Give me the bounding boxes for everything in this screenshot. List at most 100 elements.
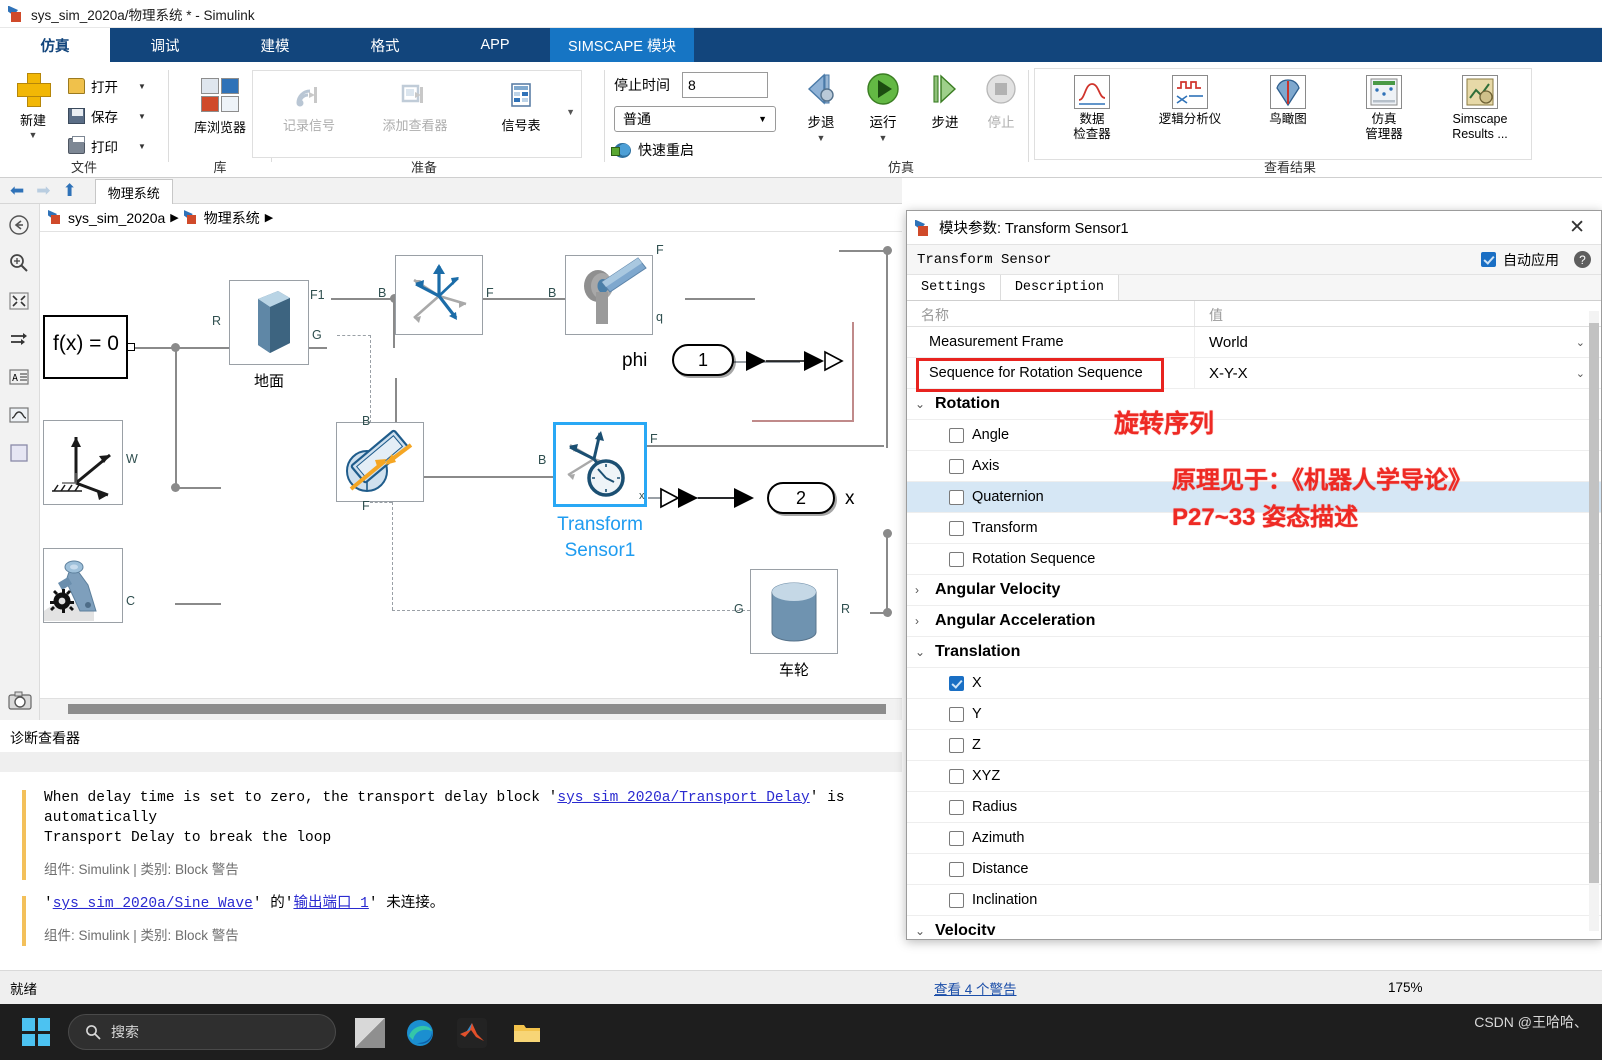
x-checkbox[interactable] [949,675,964,691]
signal-flow-icon[interactable] [8,328,32,350]
section-angular-velocity[interactable]: › Angular Velocity [907,575,1601,606]
checkbox-row-radius[interactable]: Radius [907,792,1601,823]
breadcrumb-item-subsystem[interactable]: 物理系统 [204,208,260,228]
prismatic-block[interactable] [336,422,424,502]
auto-apply-row[interactable]: 自动应用 ? [1481,250,1591,270]
open-button[interactable]: 打开 ▼ [68,76,146,96]
status-zoom-level[interactable]: 175% [1388,980,1423,995]
chevron-down-icon[interactable]: ▼ [854,133,912,143]
back-arrow-icon[interactable]: ⬅ [10,182,24,199]
start-icon[interactable] [22,1018,50,1046]
world-frame-block[interactable] [43,420,123,505]
chevron-down-icon[interactable]: ▼ [792,133,850,143]
tab-settings[interactable]: Settings [907,275,1001,300]
chevron-down-icon[interactable]: ▼ [138,112,146,121]
checkbox-row-azimuth[interactable]: Azimuth [907,823,1601,854]
checkbox-row-y[interactable]: Y [907,699,1601,730]
ribbon-tab-debug[interactable]: 调试 [110,28,220,62]
birds-eye-scope-button[interactable]: 鸟瞰图 [1239,75,1337,127]
checkbox-row-inclination[interactable]: Inclination [907,885,1601,916]
up-arrow-icon[interactable]: ⬆ [63,182,77,199]
wheel-block[interactable] [750,569,838,654]
add-viewer-button[interactable]: 添加查看器 [363,79,467,134]
scrollbar-thumb[interactable] [68,704,886,714]
task-view-icon[interactable] [355,1018,385,1048]
scope-image-icon[interactable] [8,404,32,426]
rotation-sequence-checkbox[interactable] [949,551,964,567]
annotation-text-icon[interactable]: A [8,366,32,388]
section-velocity[interactable]: ⌄ Velocity [907,916,1601,935]
y-checkbox[interactable] [949,706,964,722]
checkbox-row-distance[interactable]: Distance [907,854,1601,885]
section-angular-acceleration[interactable]: › Angular Acceleration [907,606,1601,637]
simulation-mode-select[interactable]: 普通 ▼ [614,106,776,132]
chevron-down-icon[interactable]: ▼ [4,130,62,140]
ribbon-tab-simulation[interactable]: 仿真 [0,28,110,62]
tab-description[interactable]: Description [1000,275,1119,300]
inclination-checkbox[interactable] [949,892,964,908]
parameter-list[interactable]: Measurement Frame World ⌄ Sequence for R… [907,327,1601,935]
parameter-row-rotation-sequence[interactable]: Sequence for Rotation Sequence X-Y-X ⌄ [907,358,1601,389]
azimuth-checkbox[interactable] [949,830,964,846]
step-back-button[interactable]: 步退 ▼ [792,70,850,143]
data-inspector-button[interactable]: 数据 检查器 [1043,75,1141,142]
quaternion-checkbox[interactable] [949,489,964,505]
transform-checkbox[interactable] [949,520,964,536]
search-input[interactable]: 搜索 [68,1014,336,1050]
ribbon-tab-modeling[interactable]: 建模 [220,28,330,62]
diag-2-link[interactable]: sys_sim_2020a/Sine Wave [53,896,253,912]
diagnostic-message[interactable]: When delay time is set to zero, the tran… [22,788,902,880]
new-button[interactable]: 新建 ▼ [4,72,62,140]
save-button[interactable]: 保存 ▼ [68,106,146,126]
radius-checkbox[interactable] [949,799,964,815]
file-explorer-icon[interactable] [512,1018,542,1048]
log-signals-button[interactable]: 记录信号 [257,79,361,134]
fast-restart-button[interactable]: 快速重启 [611,140,694,160]
parameter-value-select[interactable]: X-Y-X ⌄ [1195,365,1601,382]
print-button[interactable]: 打印 ▼ [68,136,146,156]
subsystem-box-icon[interactable] [8,442,32,464]
section-translation[interactable]: ⌄ Translation [907,637,1601,668]
diagnostic-message[interactable]: 'sys_sim_2020a/Sine Wave' 的'输出端口 1' 未连接。… [22,894,902,946]
signal-table-button[interactable]: 信号表 [469,79,573,134]
camera-icon[interactable] [7,690,32,712]
diag-1-link[interactable]: sys_sim_2020a/Transport Delay [557,790,809,806]
parameter-value-select[interactable]: World ⌄ [1195,334,1601,351]
logic-analyzer-button[interactable]: 逻辑分析仪 [1141,75,1239,127]
block-diagram[interactable]: f(x) = 0 R F1 G 地面 W C B F B F q 1 phi B… [40,232,902,692]
canvas-horizontal-scrollbar[interactable] [40,698,902,720]
status-warnings-link[interactable]: 查看 4 个警告 [934,978,1017,998]
simulation-manager-button[interactable]: 仿真 管理器 [1335,75,1433,142]
outport-phi[interactable]: 1 [672,344,734,376]
dialog-vertical-scrollbar[interactable] [1589,311,1599,931]
matlab-icon[interactable] [457,1018,487,1048]
chevron-down-icon[interactable]: ▼ [138,82,146,91]
stop-time-input[interactable] [682,72,768,98]
step-forward-button[interactable]: 步进 [916,70,974,131]
ground-block[interactable] [229,280,309,365]
checkbox-row-z[interactable]: Z [907,730,1601,761]
auto-apply-checkbox[interactable] [1481,252,1496,267]
distance-checkbox[interactable] [949,861,964,877]
breadcrumb-item-model[interactable]: sys_sim_2020a [68,210,165,226]
edge-icon[interactable] [405,1018,435,1048]
canvas-tab-physical-system[interactable]: 物理系统 [94,179,173,206]
run-button[interactable]: 运行 ▼ [854,70,912,143]
z-checkbox[interactable] [949,737,964,753]
forward-arrow-icon[interactable]: ➡ [36,182,50,199]
back-to-parent-icon[interactable] [8,214,32,236]
revolute-joint-block[interactable] [565,255,653,335]
checkbox-row-rotation-sequence[interactable]: Rotation Sequence [907,544,1601,575]
help-question-icon[interactable]: ? [1574,251,1591,268]
chevron-down-icon[interactable]: ▼ [138,142,146,151]
outport-x[interactable]: 2 [767,482,835,514]
parameter-row-measurement-frame[interactable]: Measurement Frame World ⌄ [907,327,1601,358]
xyz-checkbox[interactable] [949,768,964,784]
transform-sensor1-block[interactable] [553,422,647,507]
axis-checkbox[interactable] [949,458,964,474]
simscape-results-button[interactable]: Simscape Results ... [1431,75,1529,142]
checkbox-row-angle[interactable]: Angle [907,420,1601,451]
mechanism-config-block[interactable] [43,548,123,623]
scrollbar-thumb[interactable] [1589,323,1599,883]
fit-to-view-icon[interactable] [8,290,32,312]
